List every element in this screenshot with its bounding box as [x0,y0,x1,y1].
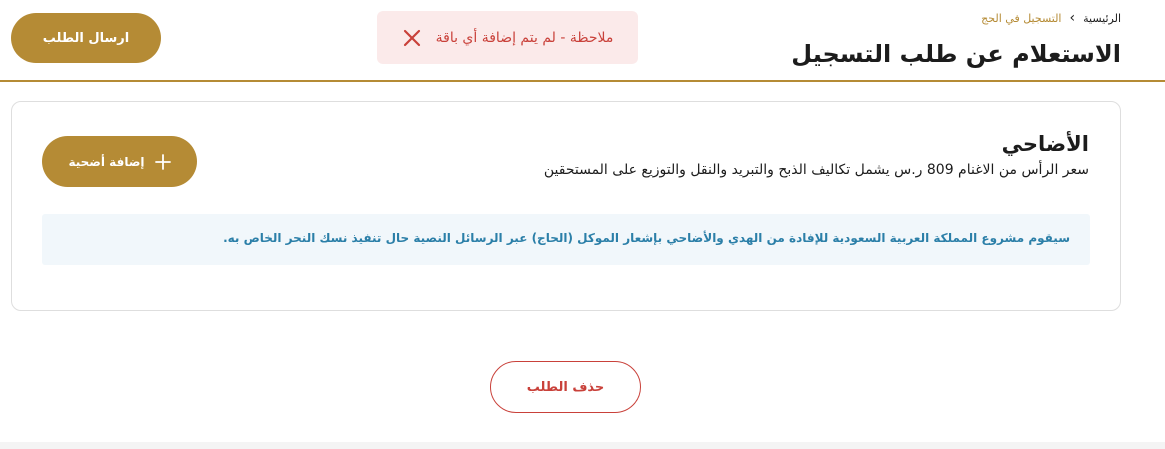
page-title: الاستعلام عن طلب التسجيل [791,40,1121,68]
info-notice-text: سيقوم مشروع المملكة العربية السعودية للإ… [223,231,1070,245]
sacrifices-description: سعر الرأس من الاغنام 809 ر.س يشمل تكاليف… [543,162,1089,178]
add-sacrifice-button[interactable]: إضافة أضحية [42,136,197,187]
add-sacrifice-label: إضافة أضحية [68,154,145,169]
footer-strip [0,442,1165,449]
close-icon[interactable] [402,28,422,48]
sacrifices-title: الأضاحي [1001,132,1089,156]
page-header: الرئيسية ‹ التسجيل في الحج الاستعلام عن … [0,0,1165,82]
breadcrumb-home[interactable]: الرئيسية [1083,12,1121,25]
breadcrumb-separator-icon: ‹ [1069,10,1076,26]
delete-request-button[interactable]: حذف الطلب [490,361,641,413]
info-notice: سيقوم مشروع المملكة العربية السعودية للإ… [42,214,1090,265]
alert-text: ملاحظة - لم يتم إضافة أي باقة [435,29,614,46]
send-request-button[interactable]: ارسال الطلب [11,13,161,63]
no-package-alert: ملاحظة - لم يتم إضافة أي باقة [377,11,638,64]
plus-icon [154,153,171,170]
sacrifices-card: الأضاحي سعر الرأس من الاغنام 809 ر.س يشم… [11,101,1121,311]
breadcrumb: الرئيسية ‹ التسجيل في الحج [981,11,1121,25]
breadcrumb-current[interactable]: التسجيل في الحج [981,12,1061,25]
